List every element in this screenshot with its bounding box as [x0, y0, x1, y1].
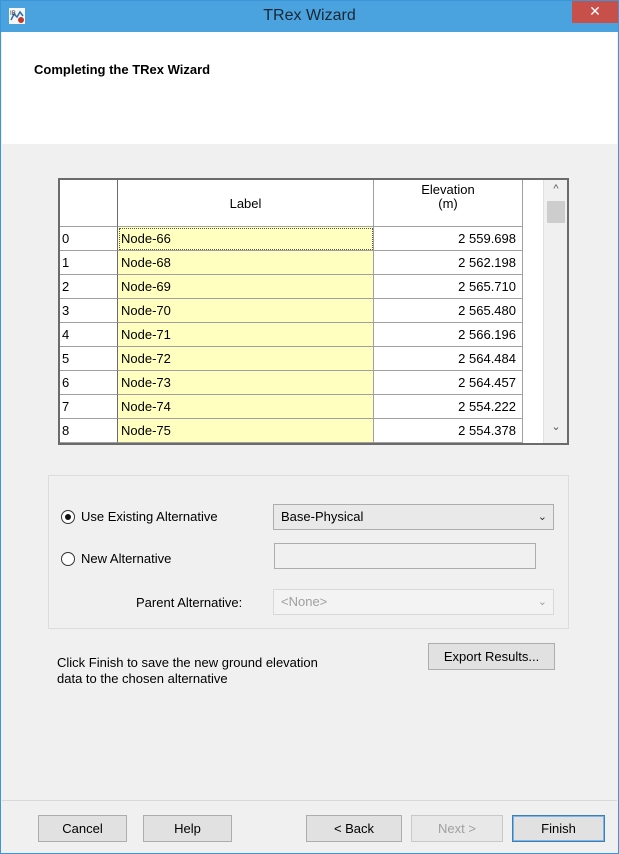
scroll-up-arrow-icon[interactable]: ^: [544, 183, 567, 201]
label-cell[interactable]: Node-69: [118, 275, 374, 299]
elevation-cell[interactable]: 2 554.222: [374, 395, 523, 419]
close-button[interactable]: ✕: [572, 1, 618, 23]
column-header-elevation-line1: Elevation: [421, 182, 475, 197]
footer-divider: [2, 800, 617, 801]
finish-instructions-line2: data to the chosen alternative: [57, 671, 228, 686]
table-row[interactable]: 1 Node-68 2 562.198: [60, 251, 543, 275]
close-icon: ✕: [589, 3, 601, 19]
finish-instructions: Click Finish to save the new ground elev…: [57, 655, 387, 687]
scroll-down-arrow-icon[interactable]: ⌄: [544, 420, 567, 438]
label-cell[interactable]: Node-75: [118, 419, 374, 443]
row-index-cell[interactable]: 0: [60, 227, 118, 251]
parent-alternative-value: <None>: [281, 594, 328, 609]
row-header-corner: [60, 180, 118, 227]
window-title: TRex Wizard: [263, 7, 356, 24]
grid-vertical-scrollbar[interactable]: ^ ⌄: [543, 180, 567, 443]
row-index-cell[interactable]: 8: [60, 419, 118, 443]
results-grid[interactable]: Label Elevation (m) 0 Node-66 2 559.698 1 No…: [58, 178, 569, 445]
label-cell[interactable]: Node-66: [118, 227, 374, 251]
help-button[interactable]: Help: [143, 815, 232, 842]
elevation-cell[interactable]: 2 562.198: [374, 251, 523, 275]
next-button[interactable]: Next >: [411, 815, 503, 842]
elevation-cell[interactable]: 2 565.710: [374, 275, 523, 299]
row-index-cell[interactable]: 3: [60, 299, 118, 323]
elevation-cell[interactable]: 2 564.457: [374, 371, 523, 395]
label-cell[interactable]: Node-74: [118, 395, 374, 419]
parent-alternative-label: Parent Alternative:: [136, 595, 243, 610]
label-cell[interactable]: Node-68: [118, 251, 374, 275]
elevation-cell[interactable]: 2 554.378: [374, 419, 523, 443]
column-header-label[interactable]: Label: [118, 180, 374, 227]
trex-wizard-window: IB TRex Wizard ✕ Completing the TRex Wiz…: [0, 0, 619, 854]
parent-alternative-select[interactable]: <None> ⌄: [273, 589, 554, 615]
elevation-cell[interactable]: 2 564.484: [374, 347, 523, 371]
elevation-cell[interactable]: 2 566.196: [374, 323, 523, 347]
table-row[interactable]: 3 Node-70 2 565.480: [60, 299, 543, 323]
wizard-header: Completing the TRex Wizard: [2, 32, 617, 144]
new-alternative-radio[interactable]: [61, 552, 75, 566]
chevron-down-icon: ⌄: [537, 511, 547, 523]
row-index-cell[interactable]: 6: [60, 371, 118, 395]
row-index-cell[interactable]: 2: [60, 275, 118, 299]
row-index-cell[interactable]: 4: [60, 323, 118, 347]
label-cell[interactable]: Node-72: [118, 347, 374, 371]
title-bar[interactable]: IB TRex Wizard ✕: [1, 1, 618, 32]
column-header-elevation-line2: (m): [438, 196, 458, 211]
table-row[interactable]: 0 Node-66 2 559.698: [60, 227, 543, 251]
grid-header-row: Label Elevation (m): [60, 180, 543, 227]
finish-instructions-line1: Click Finish to save the new ground elev…: [57, 655, 318, 670]
table-row[interactable]: 2 Node-69 2 565.710: [60, 275, 543, 299]
use-existing-radio[interactable]: [61, 510, 75, 524]
table-row[interactable]: 6 Node-73 2 564.457: [60, 371, 543, 395]
export-results-button[interactable]: Export Results...: [428, 643, 555, 670]
table-row[interactable]: 4 Node-71 2 566.196: [60, 323, 543, 347]
elevation-cell[interactable]: 2 565.480: [374, 299, 523, 323]
back-button[interactable]: < Back: [306, 815, 402, 842]
page-title: Completing the TRex Wizard: [34, 62, 211, 77]
table-row[interactable]: 5 Node-72 2 564.484: [60, 347, 543, 371]
existing-alternative-value: Base-Physical: [281, 509, 364, 524]
existing-alternative-select[interactable]: Base-Physical ⌄: [273, 504, 554, 530]
chevron-down-icon: ⌄: [537, 596, 547, 608]
use-existing-label[interactable]: Use Existing Alternative: [81, 509, 218, 524]
column-header-elevation[interactable]: Elevation (m): [374, 180, 523, 227]
elevation-cell[interactable]: 2 559.698: [374, 227, 523, 251]
new-alternative-label[interactable]: New Alternative: [81, 551, 171, 566]
table-row[interactable]: 8 Node-75 2 554.378: [60, 419, 543, 443]
new-alternative-input[interactable]: [274, 543, 536, 569]
row-index-cell[interactable]: 7: [60, 395, 118, 419]
label-cell[interactable]: Node-73: [118, 371, 374, 395]
label-cell[interactable]: Node-71: [118, 323, 374, 347]
label-cell[interactable]: Node-70: [118, 299, 374, 323]
scroll-thumb[interactable]: [547, 201, 565, 223]
finish-button[interactable]: Finish: [512, 815, 605, 842]
row-index-cell[interactable]: 1: [60, 251, 118, 275]
cancel-button[interactable]: Cancel: [38, 815, 127, 842]
table-row[interactable]: 7 Node-74 2 554.222: [60, 395, 543, 419]
row-index-cell[interactable]: 5: [60, 347, 118, 371]
